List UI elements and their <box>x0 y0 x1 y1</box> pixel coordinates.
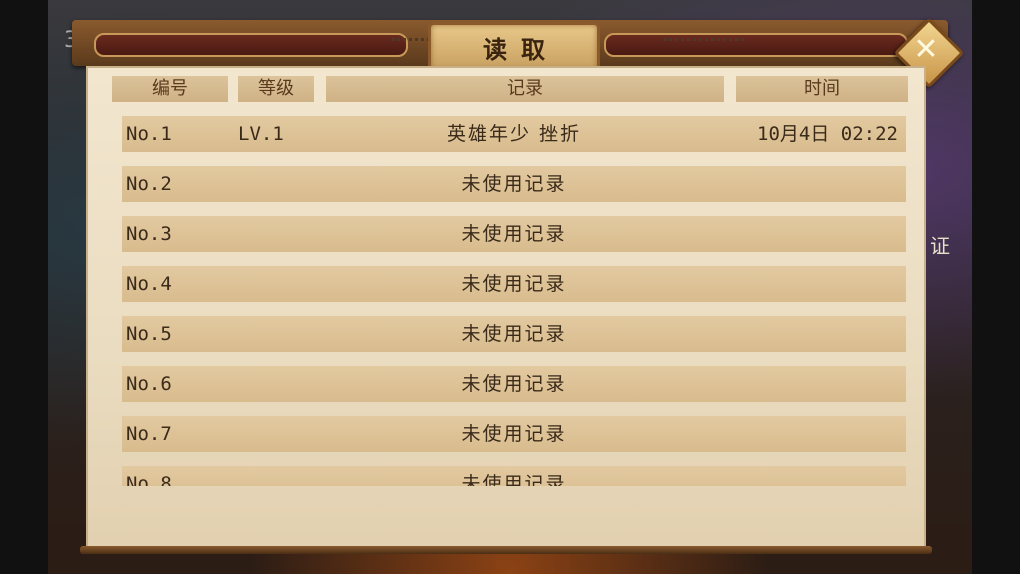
title-plaque: 读取 <box>428 22 600 72</box>
slot-record: 未使用记录 <box>461 223 567 245</box>
slot-record: 未使用记录 <box>461 323 567 345</box>
background-character: 证 <box>930 234 950 258</box>
right-letterbox <box>972 0 1020 574</box>
save-slot-row[interactable]: No.6 未使用记录 <box>122 366 906 402</box>
left-letterbox <box>0 0 48 574</box>
save-slot-list[interactable]: No.1 LV.1 英雄年少 挫折 10月4日 02:22 No.2 未使用记录… <box>112 104 920 486</box>
save-slot-row[interactable]: No.1 LV.1 英雄年少 挫折 10月4日 02:22 <box>122 116 906 152</box>
save-slot-row[interactable]: No.2 未使用记录 <box>122 166 906 202</box>
header-time: 时间 <box>736 76 908 102</box>
title-rail-right <box>604 33 908 57</box>
slot-record: 未使用记录 <box>461 273 567 295</box>
close-icon[interactable]: ✕ <box>912 35 940 65</box>
save-slot-row[interactable]: No.7 未使用记录 <box>122 416 906 452</box>
header-number: 编号 <box>112 76 228 102</box>
slot-record: 未使用记录 <box>461 173 567 195</box>
save-slot-row[interactable]: No.5 未使用记录 <box>122 316 906 352</box>
header-level: 等级 <box>238 76 314 102</box>
title-rail-left <box>94 33 408 57</box>
panel-bottom-frame <box>80 546 932 554</box>
slot-time: 10月4日 02:22 <box>757 123 898 145</box>
save-slot-row[interactable]: No.4 未使用记录 <box>122 266 906 302</box>
slot-record: 未使用记录 <box>461 423 567 445</box>
chain-right-icon <box>664 38 744 47</box>
header-record: 记录 <box>326 76 724 102</box>
save-slot-row[interactable]: No.3 未使用记录 <box>122 216 906 252</box>
save-slot-row[interactable]: No.8 未使用记录 <box>122 466 906 486</box>
slot-record: 未使用记录 <box>461 473 567 486</box>
slot-record: 未使用记录 <box>461 373 567 395</box>
dialog-title: 读取 <box>483 34 559 64</box>
title-bar: 读取 <box>72 20 948 72</box>
